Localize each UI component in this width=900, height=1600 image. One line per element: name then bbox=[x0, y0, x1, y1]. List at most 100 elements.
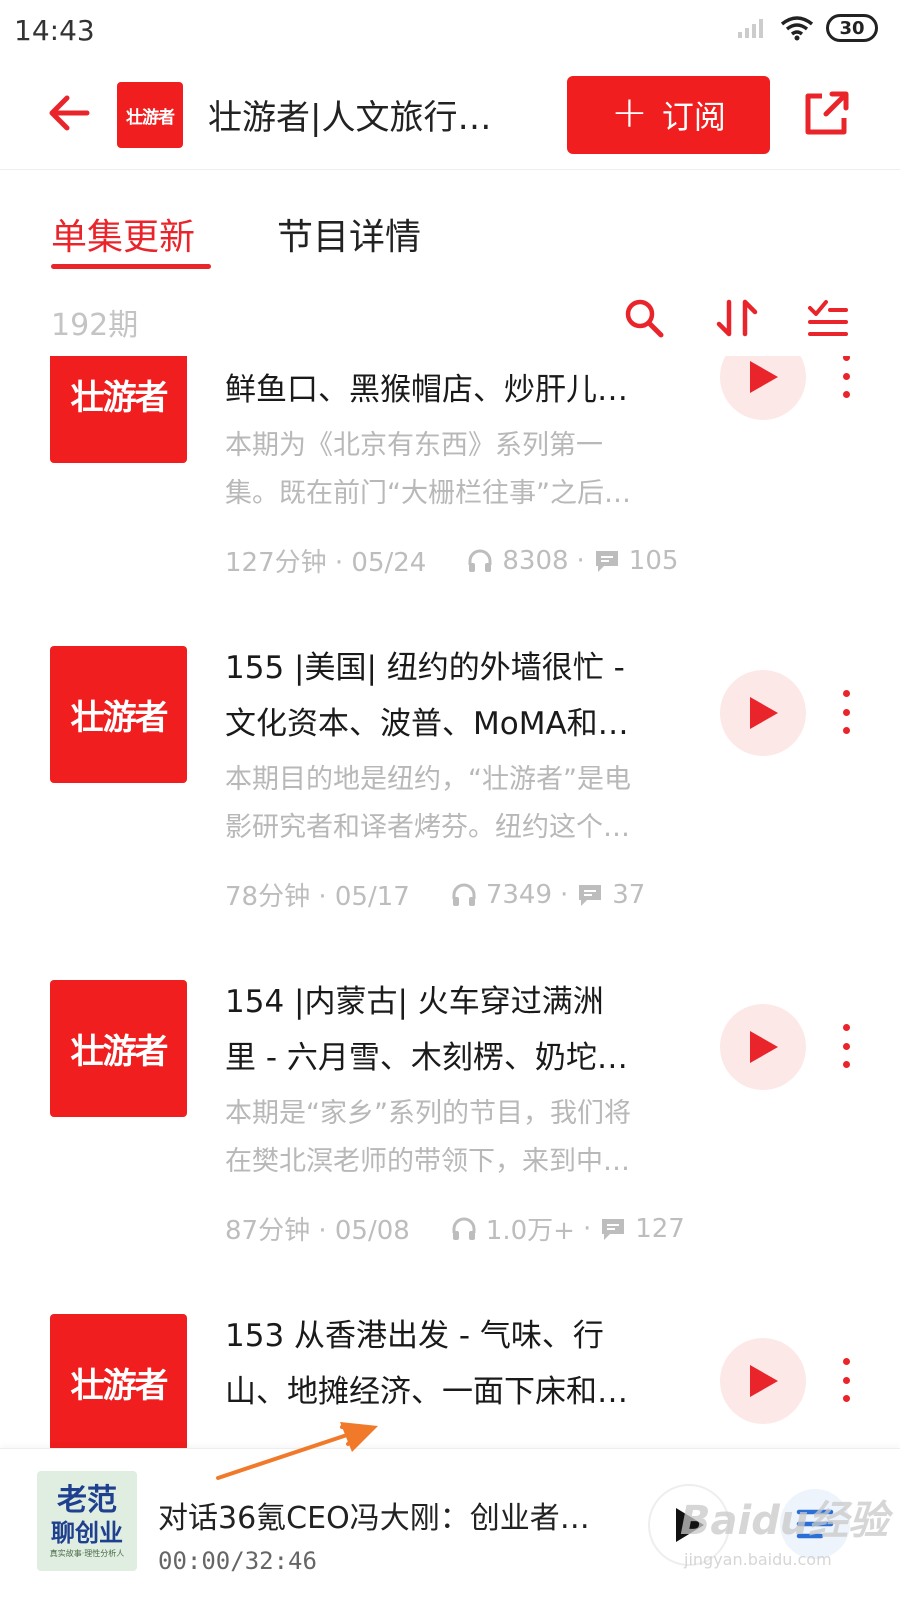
status-time: 14:43 bbox=[14, 14, 95, 47]
podcast-logo-text: 壮游者 bbox=[126, 107, 175, 128]
comment-icon bbox=[595, 550, 618, 572]
episode-cover[interactable]: 壮游者 bbox=[50, 980, 187, 1117]
comment-icon bbox=[602, 1218, 625, 1240]
subscribe-button[interactable]: + 订阅 bbox=[567, 76, 770, 154]
status-icons: 30 bbox=[736, 14, 878, 42]
episode-description: 本期目的地是纽约，“壮游者”是电 影研究者和译者烤芬。纽约这个… bbox=[225, 756, 695, 852]
status-bar: 14:43 30 bbox=[0, 0, 900, 62]
play-icon bbox=[750, 697, 778, 729]
episode-list: 壮游者 鲜鱼口、黑猴帽店、炒肝儿… 本期为《北京有东西》系列第一 集。既在前门“… bbox=[0, 356, 900, 1448]
episode-cover-text: 壮游者 bbox=[70, 1032, 169, 1072]
episode-title-line: 155 |美国| 纽约的外墙很忙 - bbox=[225, 650, 625, 686]
share-icon bbox=[805, 91, 849, 135]
wifi-icon bbox=[780, 16, 814, 41]
episode-description: 本期是“家乡”系列的节目，我们将 在樊北溟老师的带领下，来到中… bbox=[225, 1090, 695, 1186]
episode-cover-text: 壮游者 bbox=[70, 698, 169, 738]
episode-desc-line: 影研究者和译者烤芬。纽约这个… bbox=[225, 812, 630, 843]
episode-plays: 1.0万+ bbox=[485, 1216, 575, 1246]
tab-episodes[interactable]: 单集更新 bbox=[51, 208, 195, 260]
episode-desc-line: 在樊北溟老师的带领下，来到中… bbox=[225, 1146, 630, 1177]
sort-button[interactable] bbox=[715, 296, 759, 340]
cover-text-line: 聊创业 bbox=[51, 1518, 123, 1547]
more-vertical-icon bbox=[842, 690, 850, 697]
episode-title-line: 文化资本、波普、MoMA和… bbox=[225, 706, 629, 742]
episode-title[interactable]: 155 |美国| 纽约的外墙很忙 - 文化资本、波普、MoMA和… bbox=[225, 640, 695, 752]
episode-item[interactable]: 壮游者 154 |内蒙古| 火车穿过满洲 里 - 六月雪、木刻楞、奶坨… 本期是… bbox=[0, 980, 900, 1320]
episode-comments: 127 bbox=[635, 1213, 685, 1244]
share-button[interactable] bbox=[800, 88, 852, 140]
filter-list-icon bbox=[808, 300, 848, 336]
sort-icon bbox=[716, 299, 758, 337]
watermark-sub: jingyan.baidu.com bbox=[684, 1550, 832, 1569]
filter-button[interactable] bbox=[806, 296, 850, 340]
episode-cover[interactable]: 壮游者 bbox=[50, 1314, 187, 1448]
episode-meta: 87分钟 · 05/08 1.0万+ · 127 bbox=[225, 1210, 705, 1247]
baidu-watermark: Baidu经验 jingyan.baidu.com bbox=[680, 1488, 890, 1588]
episode-cover[interactable]: 壮游者 bbox=[50, 356, 187, 463]
podcast-logo[interactable]: 壮游者 bbox=[117, 82, 183, 148]
episode-desc-line: 本期目的地是纽约，“壮游者”是电 bbox=[225, 764, 631, 795]
now-playing-time: 00:00/32:46 bbox=[158, 1547, 317, 1575]
podcast-title: 壮游者|人文旅行… bbox=[208, 98, 492, 138]
more-options-button[interactable] bbox=[836, 1358, 856, 1402]
episode-item[interactable]: 壮游者 鲜鱼口、黑猴帽店、炒肝儿… 本期为《北京有东西》系列第一 集。既在前门“… bbox=[0, 356, 900, 676]
episode-desc-line: 集。既在前门“大栅栏往事”之后… bbox=[225, 478, 631, 509]
headphones-icon bbox=[452, 1217, 476, 1240]
episode-cover[interactable]: 壮游者 bbox=[50, 646, 187, 783]
search-button[interactable] bbox=[622, 296, 666, 340]
episode-title[interactable]: 154 |内蒙古| 火车穿过满洲 里 - 六月雪、木刻楞、奶坨… bbox=[225, 974, 695, 1086]
episode-title-line: 里 - 六月雪、木刻楞、奶坨… bbox=[225, 1040, 628, 1076]
episode-comments: 37 bbox=[612, 879, 646, 910]
back-button[interactable] bbox=[44, 88, 94, 138]
play-button[interactable] bbox=[720, 670, 806, 756]
tab-bar: 单集更新 节目详情 bbox=[0, 170, 900, 280]
play-button[interactable] bbox=[720, 356, 806, 420]
signal-icon bbox=[738, 19, 763, 38]
more-vertical-icon bbox=[842, 1024, 850, 1031]
play-icon bbox=[750, 1365, 778, 1397]
now-playing-title[interactable]: 对话36氪CEO冯大刚：创业者… bbox=[158, 1493, 598, 1537]
episode-cover-text: 壮游者 bbox=[70, 378, 169, 418]
tab-details[interactable]: 节目详情 bbox=[277, 208, 421, 260]
more-options-button[interactable] bbox=[836, 690, 856, 734]
cover-text-line: 老范 bbox=[57, 1482, 117, 1518]
episode-title[interactable]: 鲜鱼口、黑猴帽店、炒肝儿… bbox=[225, 362, 695, 418]
episode-title[interactable]: 153 从香港出发 - 气味、行 山、地摊经济、一面下床和… bbox=[225, 1308, 695, 1420]
more-vertical-icon bbox=[842, 1358, 850, 1365]
episode-desc-line: 本期是“家乡”系列的节目，我们将 bbox=[225, 1098, 631, 1129]
episode-title-line: 153 从香港出发 - 气味、行 bbox=[225, 1318, 604, 1354]
play-icon bbox=[750, 1031, 778, 1063]
headphones-icon bbox=[468, 549, 492, 572]
comment-icon bbox=[579, 884, 602, 906]
episode-meta: 127分钟 · 05/24 8308 · 105 bbox=[225, 542, 705, 579]
now-playing-cover[interactable]: 老范 聊创业 真实故事·理性分析人 bbox=[37, 1471, 137, 1571]
episode-duration-date: 127分钟 · 05/24 bbox=[225, 548, 427, 578]
more-vertical-icon bbox=[842, 356, 850, 361]
subscribe-label: 订阅 bbox=[661, 98, 726, 136]
watermark-main: Baidu经验 bbox=[680, 1498, 889, 1544]
arrow-left-icon bbox=[49, 95, 90, 131]
cover-text-line: 真实故事·理性分析人 bbox=[49, 1548, 125, 1558]
more-options-button[interactable] bbox=[836, 1024, 856, 1068]
episode-count: 192期 bbox=[51, 308, 139, 343]
episode-duration-date: 78分钟 · 05/17 bbox=[225, 882, 410, 912]
more-options-button[interactable] bbox=[836, 356, 856, 398]
episode-cover-text: 壮游者 bbox=[70, 1366, 169, 1406]
episode-title-line: 154 |内蒙古| 火车穿过满洲 bbox=[225, 984, 604, 1020]
play-button[interactable] bbox=[720, 1338, 806, 1424]
episode-comments: 105 bbox=[628, 545, 679, 576]
play-icon bbox=[750, 361, 778, 393]
episode-item[interactable]: 壮游者 153 从香港出发 - 气味、行 山、地摊经济、一面下床和… bbox=[0, 1314, 900, 1448]
play-button[interactable] bbox=[720, 1004, 806, 1090]
episode-description: 本期为《北京有东西》系列第一 集。既在前门“大栅栏往事”之后… bbox=[225, 422, 695, 518]
episode-title-line: 山、地摊经济、一面下床和… bbox=[225, 1374, 628, 1410]
search-icon bbox=[625, 299, 664, 338]
plus-icon: + bbox=[611, 87, 648, 138]
battery-indicator: 30 bbox=[826, 14, 878, 42]
episode-plays: 8308 bbox=[502, 545, 569, 576]
episode-item[interactable]: 壮游者 155 |美国| 纽约的外墙很忙 - 文化资本、波普、MoMA和… 本期… bbox=[0, 646, 900, 986]
episode-duration-date: 87分钟 · 05/08 bbox=[225, 1216, 410, 1246]
headphones-icon bbox=[452, 883, 476, 906]
episode-title-line: 鲜鱼口、黑猴帽店、炒肝儿… bbox=[225, 372, 628, 408]
episode-desc-line: 本期为《北京有东西》系列第一 bbox=[225, 430, 603, 461]
